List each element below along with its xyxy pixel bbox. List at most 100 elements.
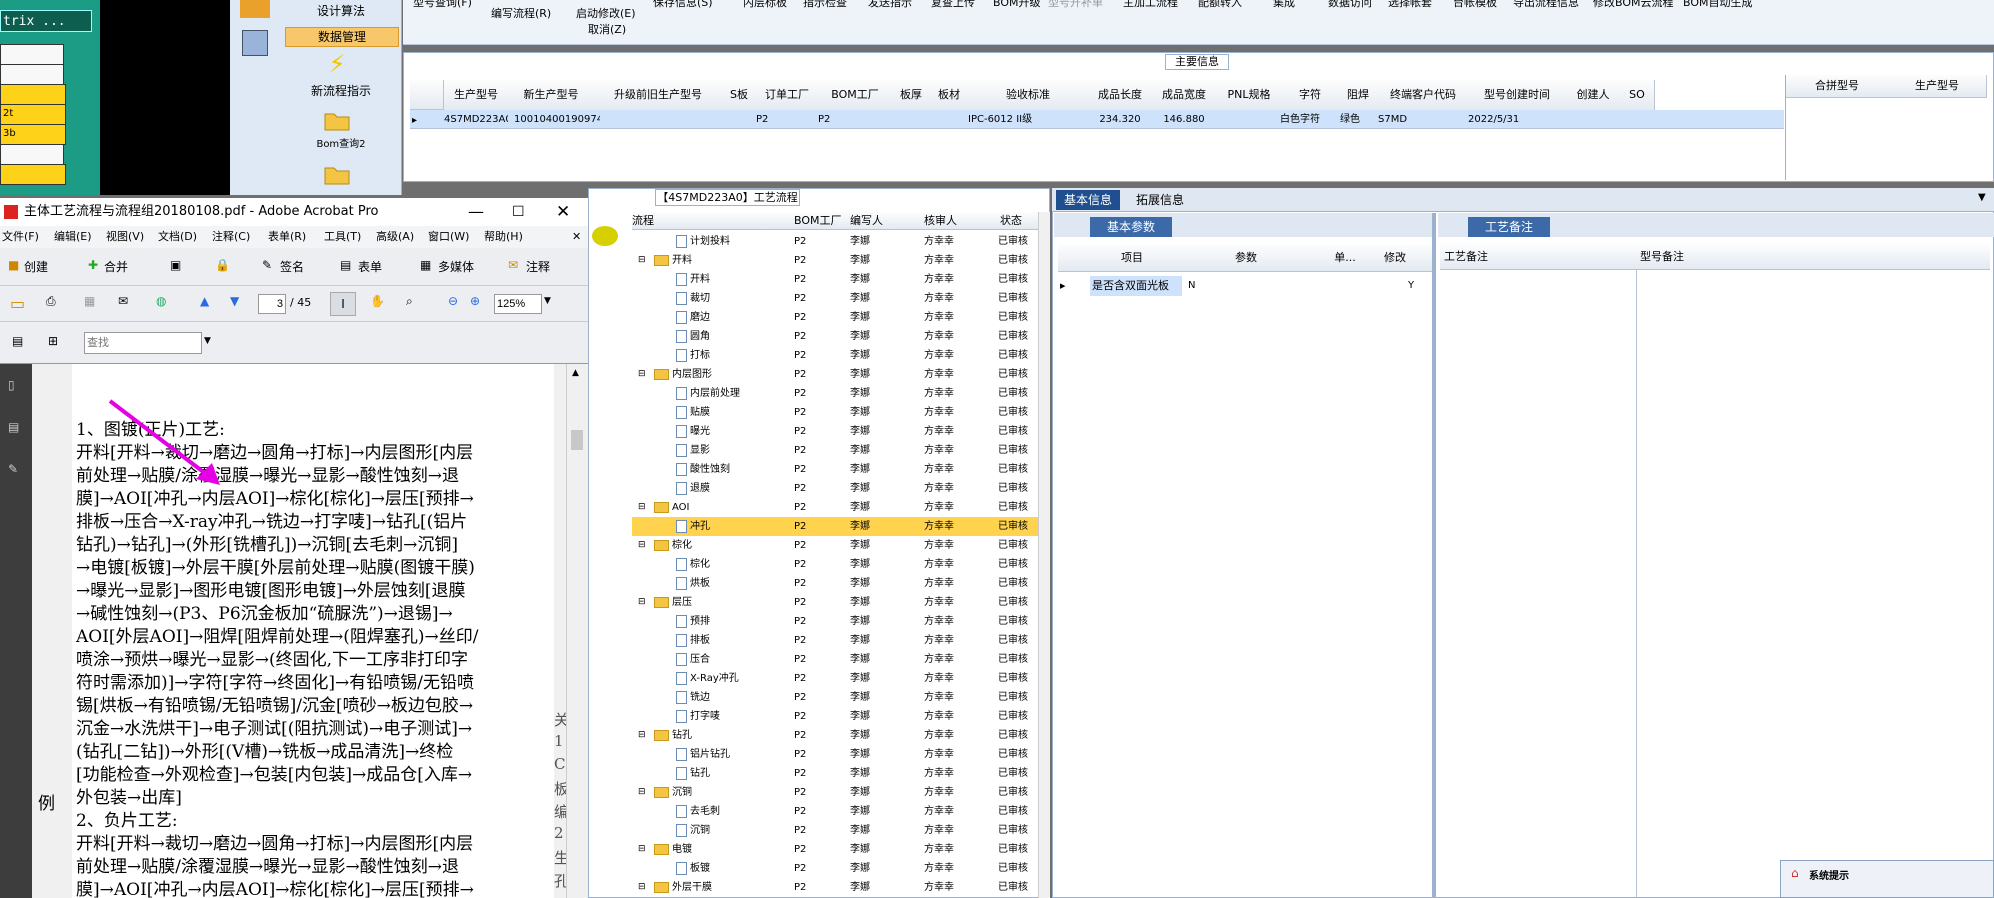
toolbar-account[interactable]: 选择帐套 [1388,0,1432,10]
tree-cell[interactable]: P2 [794,707,844,726]
tree-node[interactable]: 打字唛 [676,707,794,726]
tree-cell[interactable]: 李娜 [850,365,920,384]
tree-node[interactable]: 圆角 [676,327,794,346]
tree-cell[interactable]: 李娜 [850,422,920,441]
tree-cell[interactable]: 李娜 [850,289,920,308]
tree-node[interactable]: 裁切 [676,289,794,308]
tree-cell[interactable]: 方幸幸 [924,631,998,650]
tree-cell[interactable]: 李娜 [850,764,920,783]
toolbar-quota[interactable]: 配额转入 [1198,0,1242,10]
tree-cell[interactable]: 李娜 [850,593,920,612]
strip-row[interactable] [0,144,64,165]
tree-cell[interactable]: P2 [794,688,844,707]
tree-node[interactable]: 磨边 [676,308,794,327]
scroll-thumb[interactable] [571,430,583,450]
folder-icon[interactable] [322,162,352,192]
matrix-label[interactable]: trix ... [0,10,92,32]
fit-icon[interactable]: ⊞ [48,334,58,348]
tree-row[interactable]: 裁切 P2 李娜 方幸幸 已审核 [632,289,1038,308]
tree-cell[interactable]: P2 [794,289,844,308]
tree-cell[interactable]: P2 [794,631,844,650]
toolbar-save[interactable]: 保存信息(S) [653,0,713,10]
cell[interactable]: N [1188,276,1248,296]
tree-cell[interactable]: 方幸幸 [924,441,998,460]
next-page-icon[interactable]: ▼ [230,294,239,308]
tree-cell[interactable]: P2 [794,821,844,840]
menu-item[interactable]: 工具(T) [324,226,361,248]
tree-cell[interactable]: 方幸幸 [924,859,998,878]
strip-row[interactable]: 3b [0,124,66,145]
tree-cell[interactable]: P2 [794,612,844,631]
cell[interactable]: 白色字符 [1280,111,1336,128]
zoom-in-icon[interactable]: ⊕ [470,294,480,308]
col-header[interactable]: 验收标准 [968,80,1089,111]
tree-row[interactable]: 圆角 P2 李娜 方幸幸 已审核 [632,327,1038,346]
collapse-icon[interactable]: ⊟ [638,840,646,859]
folder-icon[interactable] [322,108,352,138]
col-header[interactable]: BOM工厂 [794,212,846,230]
tree-cell[interactable]: 已审核 [998,460,1038,479]
tree-cell[interactable]: 已审核 [998,688,1038,707]
tree-row[interactable]: 烘板 P2 李娜 方幸幸 已审核 [632,574,1038,593]
tree-node[interactable]: 棕化 [654,536,794,555]
col-header[interactable]: 项目 [1092,244,1172,272]
tree-cell[interactable]: P2 [794,669,844,688]
tree-cell[interactable]: 已审核 [998,517,1038,536]
tree-cell[interactable]: 李娜 [850,783,920,802]
col-header[interactable]: SO [1620,80,1655,111]
tree-cell[interactable]: 方幸幸 [924,365,998,384]
cell[interactable]: 234.320 [1088,111,1152,128]
tree-cell[interactable]: P2 [794,384,844,403]
tree-row[interactable]: 铝片钻孔 P2 李娜 方幸幸 已审核 [632,745,1038,764]
sign-button[interactable]: 签名 [280,258,304,275]
tree-row[interactable]: 显影 P2 李娜 方幸幸 已审核 [632,441,1038,460]
tree-row[interactable]: 曝光 P2 李娜 方幸幸 已审核 [632,422,1038,441]
tree-node[interactable]: 曝光 [676,422,794,441]
tree-cell[interactable]: 已审核 [998,631,1038,650]
tree-node[interactable]: 外层干膜 [654,878,794,897]
tree-row[interactable]: 去毛刺 P2 李娜 方幸幸 已审核 [632,802,1038,821]
tree-cell[interactable]: P2 [794,764,844,783]
tree-cell[interactable]: P2 [794,840,844,859]
tree-cell[interactable]: 李娜 [850,574,920,593]
tree-cell[interactable]: 已审核 [998,593,1038,612]
col-header[interactable]: 编写人 [850,212,910,230]
tree-row[interactable]: 板镀 P2 李娜 方幸幸 已审核 [632,859,1038,878]
tree-cell[interactable]: 李娜 [850,859,920,878]
tree-cell[interactable]: 已审核 [998,498,1038,517]
tree-node[interactable]: 钻孔 [676,764,794,783]
strip-row[interactable] [0,84,66,105]
forms-button[interactable]: 表单 [358,258,382,275]
menu-item[interactable]: 帮助(H) [484,226,523,248]
tree-cell[interactable]: P2 [794,460,844,479]
tree-cell[interactable]: P2 [794,802,844,821]
tree-row[interactable]: ⊟ 电镀 P2 李娜 方幸幸 已审核 [632,840,1038,859]
create-button[interactable]: 创建 [24,258,48,275]
tree-row[interactable]: X-Ray冲孔 P2 李娜 方幸幸 已审核 [632,669,1038,688]
strip-row[interactable] [0,164,66,185]
tree-cell[interactable]: 已审核 [998,612,1038,631]
tab-process-notes[interactable]: 工艺备注 [1468,217,1550,237]
tree-cell[interactable]: 已审核 [998,365,1038,384]
col-header[interactable]: 板厚 [892,80,931,111]
toolbar-cancel[interactable]: 取消(Z) [588,21,626,37]
find-input[interactable] [84,332,202,354]
tree-cell[interactable]: P2 [794,878,844,897]
globe-icon[interactable]: ◍ [156,294,166,308]
cell[interactable]: 2022/5/31 [1468,111,1566,128]
close-icon[interactable]: ✕ [556,198,570,226]
tree-node[interactable]: 冲孔 [676,517,794,536]
cell[interactable]: 146.880 [1152,111,1216,128]
tree-node[interactable]: 钻孔 [654,726,794,745]
tree-cell[interactable]: 方幸幸 [924,232,998,251]
tab-extended-info[interactable]: 拓展信息 [1128,190,1192,210]
tree-cell[interactable]: 已审核 [998,726,1038,745]
save-icon[interactable]: ▤ [12,334,23,348]
tree-cell[interactable]: 已审核 [998,764,1038,783]
tree-cell[interactable]: 已审核 [998,327,1038,346]
tree-cell[interactable]: 李娜 [850,745,920,764]
col-header[interactable]: 参数 [1188,244,1304,272]
grid-corner[interactable] [410,80,444,110]
col-header[interactable]: PNL规格 [1216,80,1283,111]
col-header[interactable]: 升级前旧生产型号 [594,80,723,111]
